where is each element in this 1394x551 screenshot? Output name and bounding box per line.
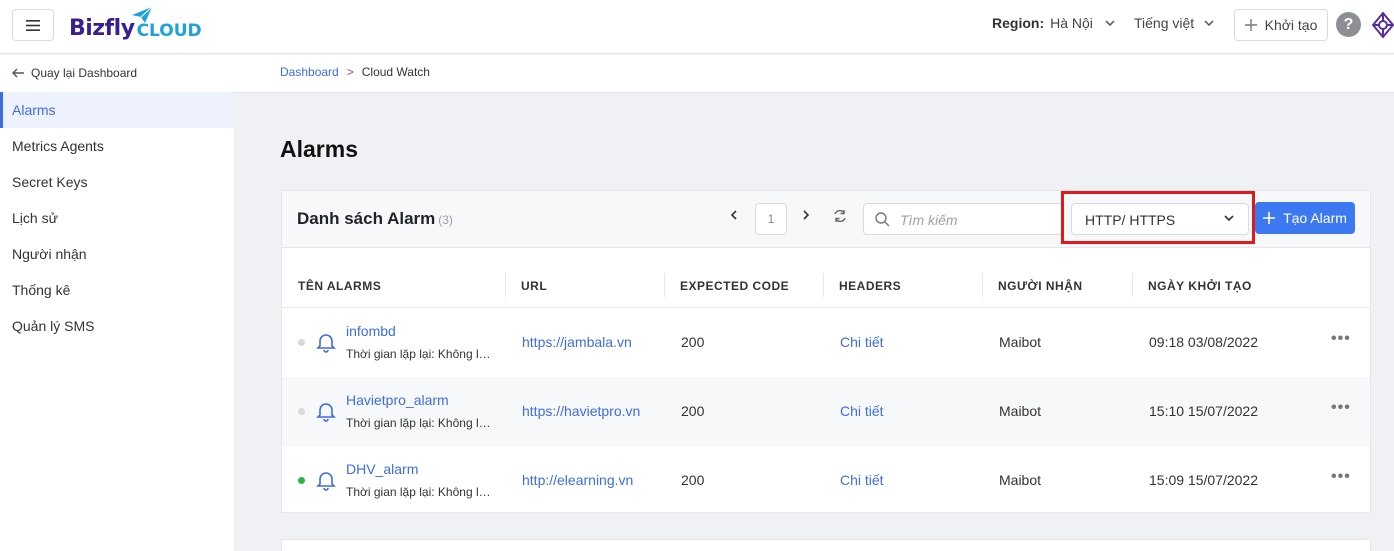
column-header-url: URL xyxy=(521,279,548,293)
sidebar-item-history[interactable]: Lịch sử xyxy=(0,200,234,236)
breadcrumb-bar: Dashboard > Cloud Watch xyxy=(234,55,1394,93)
bell-icon xyxy=(316,472,336,491)
created-date: 09:18 03/08/2022 xyxy=(1149,334,1258,350)
sidebar-item-sms[interactable]: Quản lý SMS xyxy=(0,308,234,344)
repeat-info: Thời gian lặp lại: Không lặp lại xyxy=(346,416,496,430)
column-header-name: TÊN ALARMS xyxy=(298,279,382,293)
card-title: Danh sách Alarm (3) xyxy=(297,209,453,229)
language-selector[interactable]: Tiếng việt xyxy=(1134,15,1214,31)
status-dot xyxy=(298,477,305,484)
status-dot xyxy=(298,339,305,346)
url-link[interactable]: https://jambala.vn xyxy=(522,334,647,350)
breadcrumb-dashboard-link[interactable]: Dashboard xyxy=(280,65,339,79)
headers-detail-link[interactable]: Chi tiết xyxy=(840,334,884,350)
secondary-card xyxy=(281,539,1371,551)
create-alarm-button[interactable]: Tạo Alarm xyxy=(1255,202,1355,234)
breadcrumb: Dashboard > Cloud Watch xyxy=(280,65,430,79)
logo-text-biz: Bizfly xyxy=(69,16,135,41)
arrow-left-icon xyxy=(12,68,24,78)
column-header-recipient: NGƯỜI NHẬN xyxy=(998,279,1083,293)
repeat-info: Thời gian lặp lại: Không lặp lại xyxy=(346,485,496,499)
search-icon xyxy=(875,212,890,227)
sidebar-item-alarms[interactable]: Alarms xyxy=(0,92,234,128)
chevron-left-icon[interactable] xyxy=(730,209,738,221)
page-title: Alarms xyxy=(280,136,358,162)
card-title-text: Danh sách Alarm xyxy=(297,209,436,228)
plus-icon xyxy=(1244,19,1257,31)
chevron-down-icon xyxy=(1105,20,1115,26)
back-label: Quay lại Dashboard xyxy=(31,66,138,80)
create-alarm-label: Tạo Alarm xyxy=(1283,210,1347,226)
column-header-created: NGÀY KHỞI TẠO xyxy=(1148,279,1252,293)
plus-icon xyxy=(1263,212,1276,224)
more-actions-icon[interactable]: ••• xyxy=(1331,399,1351,417)
status-dot xyxy=(298,408,305,415)
headers-detail-link[interactable]: Chi tiết xyxy=(840,403,884,419)
url-link[interactable]: https://havietpro.vn xyxy=(522,403,647,419)
sidebar-item-metrics-agents[interactable]: Metrics Agents xyxy=(0,128,234,164)
recipient: Maibot xyxy=(999,403,1042,419)
column-divider xyxy=(505,273,506,297)
help-icon[interactable]: ? xyxy=(1336,12,1361,37)
table-row[interactable]: DHV_alarm Thời gian lặp lại: Không lặp l… xyxy=(282,446,1370,515)
recipient: Maibot xyxy=(999,334,1042,350)
page-number[interactable]: 1 xyxy=(755,203,787,235)
menu-button[interactable] xyxy=(12,9,54,41)
chevron-down-icon xyxy=(1204,20,1214,26)
table-row[interactable]: infombd Thời gian lặp lại: Không lặp lại… xyxy=(282,308,1370,377)
alarm-name-link[interactable]: Havietpro_alarm xyxy=(346,392,449,408)
account-menu-icon[interactable] xyxy=(1371,11,1394,39)
table-row[interactable]: Havietpro_alarm Thời gian lặp lại: Không… xyxy=(282,377,1370,446)
bell-icon xyxy=(316,334,336,353)
protocol-filter-value: HTTP/ HTTPS xyxy=(1085,212,1176,228)
hamburger-icon xyxy=(26,19,40,31)
top-bar: Bizfly CLOUD Region: Hà Nội Tiếng việt K… xyxy=(0,0,1394,54)
back-to-dashboard-link[interactable]: Quay lại Dashboard xyxy=(12,66,137,80)
sidebar-item-secret-keys[interactable]: Secret Keys xyxy=(0,164,234,200)
expected-code: 200 xyxy=(681,334,705,350)
search-input[interactable] xyxy=(900,210,1060,230)
breadcrumb-separator: > xyxy=(346,65,354,79)
column-divider xyxy=(982,273,983,297)
create-button-label: Khởi tạo xyxy=(1264,17,1318,33)
expected-code: 200 xyxy=(681,472,705,488)
protocol-filter-select[interactable]: HTTP/ HTTPS xyxy=(1071,203,1249,235)
region-value: Hà Nội xyxy=(1050,15,1093,31)
sidebar-item-statistics[interactable]: Thống kê xyxy=(0,272,234,308)
refresh-icon[interactable] xyxy=(832,209,848,223)
card-header: Danh sách Alarm(3) 1 HTTP/ HTTPS Tạo Ala… xyxy=(282,191,1370,248)
column-header-headers: HEADERS xyxy=(839,279,902,293)
expected-code: 200 xyxy=(681,403,705,419)
alarm-name-link[interactable]: infombd xyxy=(346,323,396,339)
language-value: Tiếng việt xyxy=(1134,15,1195,31)
sidebar: Quay lại Dashboard Alarms Metrics Agents… xyxy=(0,55,234,551)
alarm-count: (3) xyxy=(438,213,453,227)
chevron-down-icon xyxy=(1224,215,1234,221)
headers-detail-link[interactable]: Chi tiết xyxy=(840,472,884,488)
column-divider xyxy=(664,273,665,297)
column-divider xyxy=(1132,273,1133,297)
search-box[interactable] xyxy=(863,203,1063,235)
column-header-expected-code: EXPECTED CODE xyxy=(680,279,790,293)
breadcrumb-current: Cloud Watch xyxy=(361,65,430,79)
column-divider xyxy=(823,273,824,297)
created-date: 15:09 15/07/2022 xyxy=(1149,472,1258,488)
created-date: 15:10 15/07/2022 xyxy=(1149,403,1258,419)
create-button[interactable]: Khởi tạo xyxy=(1234,9,1328,41)
region-label: Region: xyxy=(992,15,1045,31)
sidebar-item-recipients[interactable]: Người nhận xyxy=(0,236,234,272)
logo[interactable]: Bizfly CLOUD xyxy=(69,6,202,44)
recipient: Maibot xyxy=(999,472,1042,488)
alarm-name-link[interactable]: DHV_alarm xyxy=(346,461,418,477)
bell-icon xyxy=(316,403,336,422)
alarm-list-card: Danh sách Alarm(3) 1 HTTP/ HTTPS Tạo Ala… xyxy=(281,190,1371,513)
more-actions-icon[interactable]: ••• xyxy=(1331,468,1351,486)
url-link[interactable]: http://elearning.vn xyxy=(522,472,647,488)
paper-plane-icon xyxy=(132,6,153,23)
chevron-right-icon[interactable] xyxy=(802,209,810,221)
repeat-info: Thời gian lặp lại: Không lặp lại xyxy=(346,347,496,361)
region-selector[interactable]: Region: Hà Nội xyxy=(992,15,1115,31)
more-actions-icon[interactable]: ••• xyxy=(1331,330,1351,348)
